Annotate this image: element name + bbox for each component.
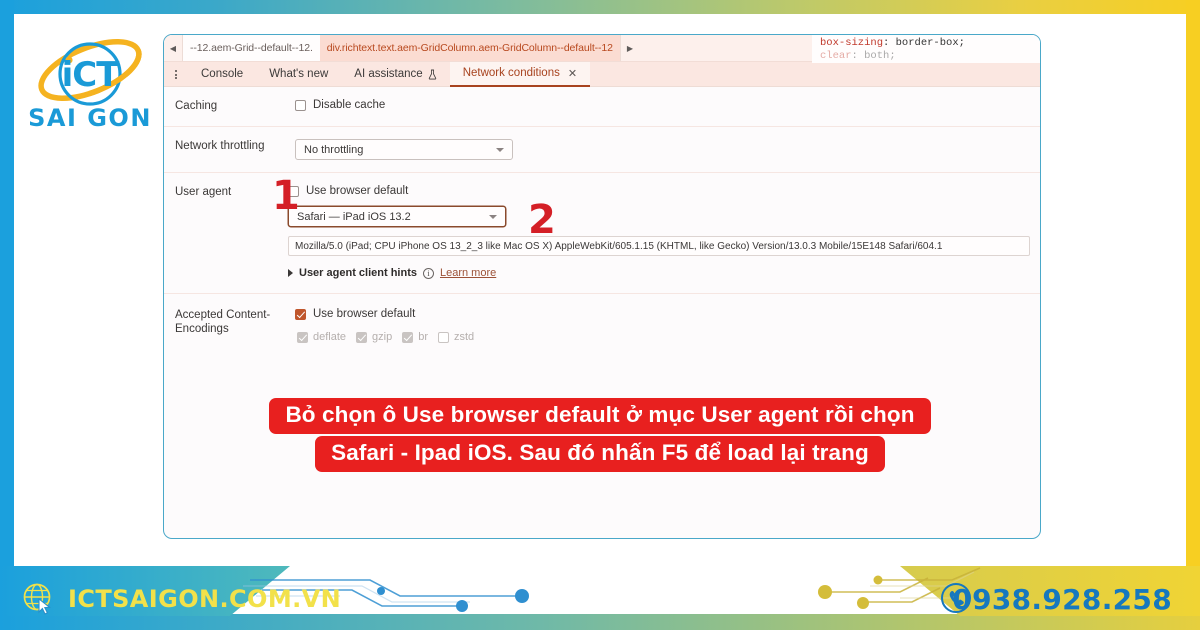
encoding-deflate-checkbox	[297, 331, 308, 343]
left-accent-strip	[0, 0, 14, 630]
annotation-marker-2: 2	[528, 197, 556, 243]
footer-website-text: ICTSAIGON.COM.VN	[68, 585, 342, 613]
ua-use-browser-default-label: Use browser default	[306, 185, 409, 197]
user-agent-string-input[interactable]: Mozilla/5.0 (iPad; CPU iPhone OS 13_2_3 …	[288, 236, 1030, 256]
triangle-right-icon: ▶	[626, 43, 633, 53]
globe-cursor-icon	[23, 583, 52, 615]
row-accepted-content-encodings: Accepted Content- Encodings Use browser …	[164, 294, 1040, 355]
encodings-use-browser-default-row[interactable]: Use browser default	[295, 308, 1030, 320]
encoding-br-checkbox	[402, 331, 414, 343]
encoding-option-gzip: gzip	[356, 331, 392, 343]
breadcrumb-item-1[interactable]: div.richtext.text.aem-GridColumn.aem-Gri…	[319, 35, 620, 61]
caching-label: Caching	[175, 100, 218, 112]
encoding-zstd-checkbox	[438, 331, 449, 343]
info-icon[interactable]: i	[422, 267, 434, 279]
tab-whats-new[interactable]: What's new	[256, 62, 341, 87]
breadcrumb-scroll-right-button[interactable]: ▶	[619, 35, 639, 61]
encoding-option-deflate: deflate	[297, 331, 346, 343]
user-agent-string-value: Mozilla/5.0 (iPad; CPU iPhone OS 13_2_3 …	[295, 240, 943, 252]
ua-use-browser-default-row[interactable]: Use browser default	[288, 185, 1030, 197]
user-agent-body: Use browser default Safari — iPad iOS 13…	[288, 185, 1040, 279]
user-agent-client-hints-row[interactable]: User agent client hints i Learn more	[288, 267, 1030, 279]
network-throttling-value: No throttling	[304, 143, 364, 156]
accepted-content-encodings-label-line2: Encodings	[175, 323, 229, 335]
breadcrumb-scroll-left-button[interactable]: ◀	[164, 35, 183, 61]
css-value-1: border-box;	[889, 37, 965, 49]
encoding-option-br: br	[402, 331, 428, 343]
css-property-2: clear	[820, 50, 852, 62]
css-property-1: box-sizing	[820, 37, 884, 49]
tab-ai-assistance[interactable]: AI assistance	[341, 62, 449, 87]
row-caching: Caching Disable cache	[164, 87, 1040, 127]
disable-cache-checkbox[interactable]	[295, 99, 306, 111]
encoding-gzip-label: gzip	[372, 331, 393, 343]
network-conditions-settings: Caching Disable cache Network throttling…	[164, 87, 1040, 355]
accepted-content-encodings-body: Use browser default deflate gzip br zstd	[295, 308, 1040, 343]
encodings-use-browser-default-checkbox[interactable]	[295, 308, 306, 320]
footer-bar: ICTSAIGON.COM.VN 0938.928.258	[0, 566, 1200, 630]
encoding-zstd-label: zstd	[454, 331, 475, 343]
user-agent-selected-value: Safari — iPad iOS 13.2	[297, 210, 411, 223]
chevron-down-icon	[496, 148, 504, 152]
encodings-options: deflate gzip br zstd	[297, 331, 1030, 343]
annotation-marker-1: 1	[272, 173, 300, 219]
footer-phone-text: 0938.928.258	[952, 583, 1172, 616]
user-agent-select[interactable]: Safari — iPad iOS 13.2	[288, 206, 506, 227]
breadcrumb-filler	[638, 35, 647, 61]
user-agent-client-hints-title: User agent client hints	[299, 267, 417, 279]
tab-network-conditions-label: Network conditions	[462, 67, 560, 79]
caching-body: Disable cache	[295, 99, 1040, 114]
encoding-deflate-label: deflate	[313, 331, 347, 343]
chevron-down-icon	[489, 215, 497, 219]
right-accent-strip	[1186, 0, 1200, 630]
svg-text:SAI GON: SAI GON	[28, 104, 152, 132]
tab-whats-new-label: What's new	[269, 68, 329, 80]
row-network-throttling: Network throttling No throttling	[164, 127, 1040, 173]
css-line-2: clear: both;	[820, 50, 896, 62]
user-agent-label: User agent	[175, 186, 232, 198]
css-line-1: box-sizing: border-box;	[820, 37, 965, 49]
tab-console[interactable]: Console	[188, 62, 256, 87]
network-throttling-label: Network throttling	[175, 140, 265, 152]
tab-network-conditions[interactable]: Network conditions ✕	[449, 61, 591, 87]
caption-line-2: Safari - Ipad iOS. Sau đó nhấn F5 để loa…	[315, 436, 885, 472]
learn-more-link[interactable]: Learn more	[440, 267, 496, 279]
top-gradient-bar	[0, 0, 1200, 14]
svg-text:iCT: iCT	[62, 55, 121, 95]
css-rule-preview: box-sizing: border-box; clear: both;	[812, 35, 1040, 63]
tab-ai-assistance-label: AI assistance	[354, 68, 423, 80]
encodings-use-browser-default-label: Use browser default	[313, 308, 416, 320]
accepted-content-encodings-label-line1: Accepted Content-	[175, 309, 271, 321]
ict-saigon-logo: iCT SAI GON	[26, 22, 156, 148]
caption-line-1: Bỏ chọn ô Use browser default ở mục User…	[269, 398, 931, 434]
close-icon[interactable]: ✕	[568, 67, 577, 80]
breadcrumb: ◀ --12.aem-Grid--default--12. div.richte…	[164, 35, 1040, 63]
tab-bar: Console What's new AI assistance Network…	[164, 61, 1040, 87]
encoding-option-zstd: zstd	[438, 331, 474, 343]
css-value-2: both;	[857, 50, 896, 62]
encoding-br-label: br	[418, 331, 428, 343]
disable-cache-checkbox-row[interactable]: Disable cache	[295, 99, 1030, 111]
instruction-caption: Bỏ chọn ô Use browser default ở mục User…	[0, 398, 1200, 472]
encoding-gzip-checkbox	[356, 331, 368, 343]
accepted-content-encodings-label: Accepted Content- Encodings	[164, 308, 295, 343]
tab-console-label: Console	[201, 68, 244, 80]
flask-icon	[428, 69, 436, 79]
disable-cache-label: Disable cache	[313, 99, 386, 111]
kebab-menu-icon[interactable]	[164, 67, 188, 80]
logo-graphic: iCT SAI GON	[28, 39, 152, 132]
page-root: iCT SAI GON ◀ --12.aem-Grid--default--12…	[0, 0, 1200, 630]
breadcrumb-item-0[interactable]: --12.aem-Grid--default--12.	[183, 35, 320, 61]
triangle-right-icon[interactable]	[288, 269, 293, 277]
network-throttling-select[interactable]: No throttling	[295, 139, 513, 160]
network-throttling-body: No throttling	[295, 139, 1040, 160]
triangle-left-icon: ◀	[169, 43, 177, 53]
